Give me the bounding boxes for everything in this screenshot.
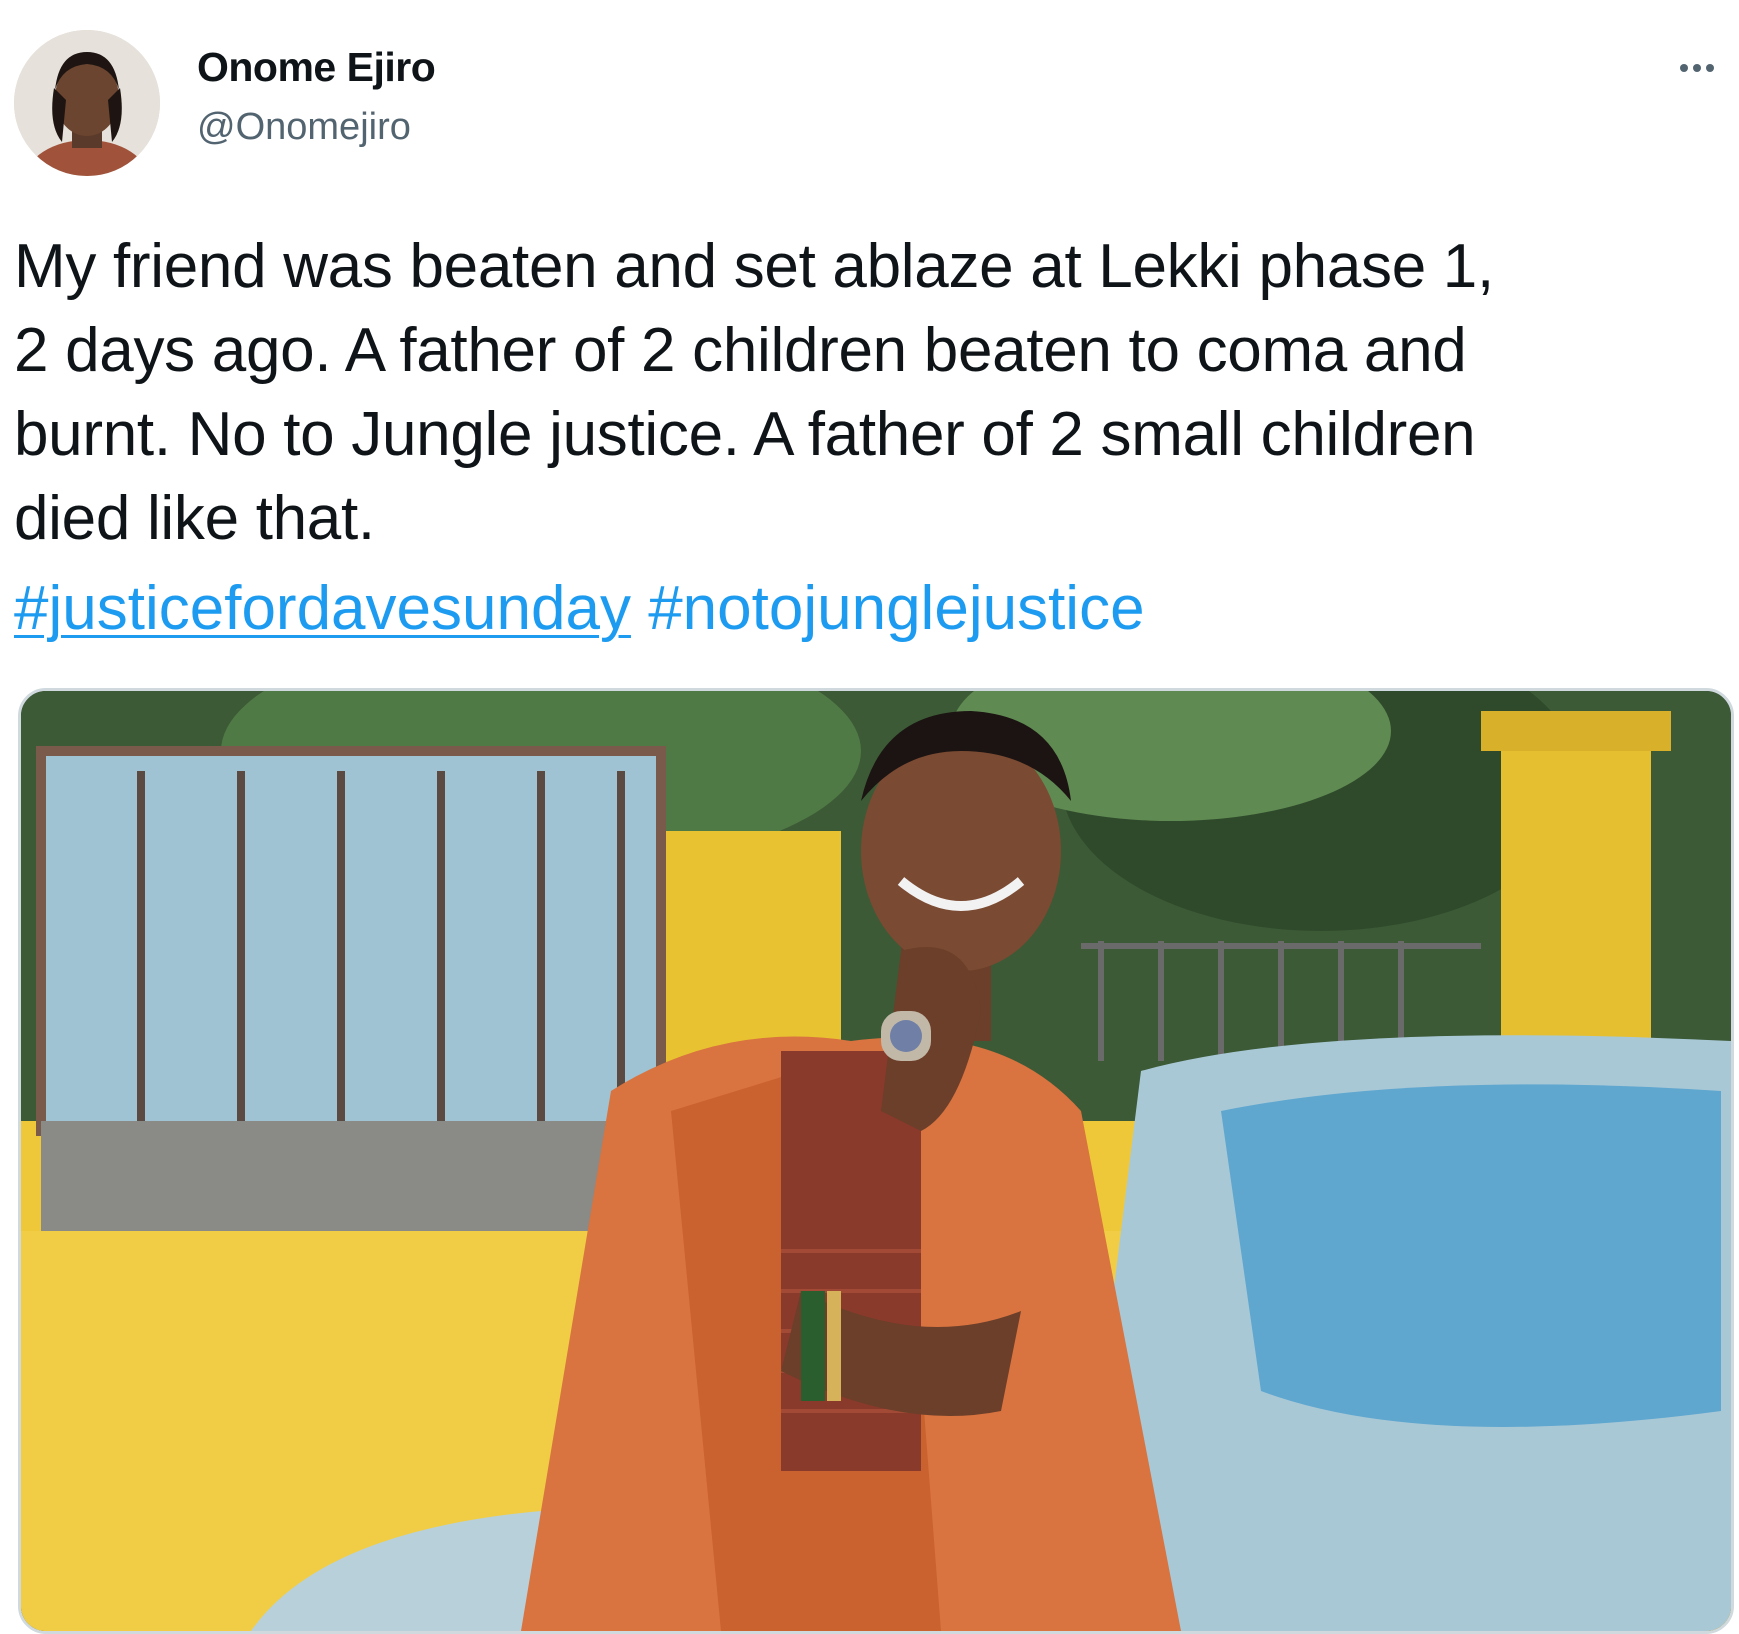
author-display-name[interactable]: Onome Ejiro xyxy=(197,44,436,91)
hashtag-link[interactable]: #notojunglejustice xyxy=(648,574,1144,643)
more-horizontal-icon xyxy=(1680,64,1714,72)
more-options-button[interactable] xyxy=(1667,50,1727,86)
tweet-card: Onome Ejiro @Onomejiro My friend was bea… xyxy=(0,0,1739,1634)
hashtag-link[interactable]: #justicefordavesunday xyxy=(14,574,631,643)
tweet-text-line: My friend was beaten and set ablaze at L… xyxy=(14,232,1494,301)
tweet-text: My friend was beaten and set ablaze at L… xyxy=(14,225,1726,561)
tweet-text-line: died like that. xyxy=(14,484,375,553)
tweet-text-line: burnt. No to Jungle justice. A father of… xyxy=(14,400,1476,469)
avatar[interactable] xyxy=(14,30,160,176)
hashtag-list: #justicefordavesunday #notojunglejustice xyxy=(14,567,1145,651)
tweet-photo[interactable] xyxy=(18,688,1734,1634)
author-handle[interactable]: @Onomejiro xyxy=(197,106,411,149)
tweet-text-line: 2 days ago. A father of 2 children beate… xyxy=(14,316,1467,385)
